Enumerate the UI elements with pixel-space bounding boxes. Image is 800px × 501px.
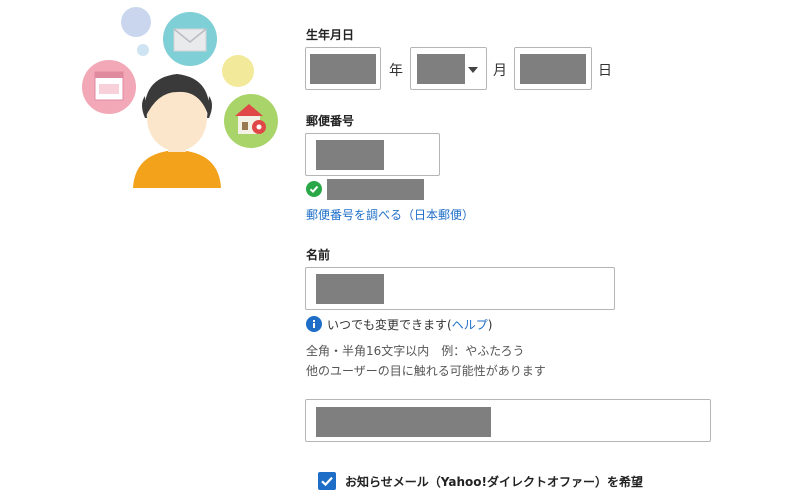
postal-code-label: 郵便番号 bbox=[306, 114, 355, 128]
check-circle-icon bbox=[306, 181, 322, 197]
chevron-down-icon bbox=[468, 67, 478, 73]
redacted-value bbox=[310, 54, 376, 84]
name-info-close: ) bbox=[487, 318, 493, 332]
name-info-line: いつでも変更できます(ヘルプ) bbox=[327, 316, 492, 333]
name-hint-length: 全角・半角16文字以内 例：やふたろう bbox=[306, 344, 525, 358]
day-unit: 日 bbox=[598, 63, 612, 79]
user-avatar-illustration bbox=[82, 7, 278, 188]
name-input[interactable] bbox=[305, 267, 615, 310]
postal-code-input[interactable] bbox=[305, 133, 440, 176]
birth-day-input[interactable] bbox=[514, 47, 592, 90]
redacted-value bbox=[316, 407, 491, 437]
redacted-value bbox=[316, 274, 384, 304]
newsletter-checkbox[interactable] bbox=[318, 472, 336, 490]
help-link[interactable]: ヘルプ bbox=[452, 318, 488, 332]
month-unit: 月 bbox=[493, 63, 507, 79]
year-unit: 年 bbox=[389, 63, 403, 79]
birth-month-select[interactable] bbox=[410, 47, 487, 90]
newsletter-label[interactable]: お知らせメール（Yahoo!ダイレクトオファー）を希望 bbox=[345, 473, 643, 490]
person-figure bbox=[133, 74, 221, 188]
birthday-label: 生年月日 bbox=[306, 28, 355, 42]
profile-illustration bbox=[75, 0, 290, 200]
info-icon bbox=[306, 316, 322, 332]
redacted-value bbox=[417, 54, 465, 84]
redacted-address bbox=[327, 179, 424, 200]
calendar-cake-icon bbox=[94, 71, 124, 101]
name-info-text: いつでも変更できます( bbox=[327, 318, 452, 332]
redacted-value bbox=[316, 140, 384, 170]
postal-lookup-link[interactable]: 郵便番号を調べる（日本郵便） bbox=[306, 206, 474, 223]
birth-year-input[interactable] bbox=[305, 47, 381, 90]
checkmark-icon bbox=[321, 476, 333, 487]
name-hint-visibility: 他のユーザーの目に触れる可能性があります bbox=[306, 364, 546, 378]
name-label: 名前 bbox=[306, 248, 331, 262]
envelope-icon bbox=[173, 28, 207, 52]
redacted-value bbox=[520, 54, 586, 84]
text-input[interactable] bbox=[305, 399, 711, 442]
